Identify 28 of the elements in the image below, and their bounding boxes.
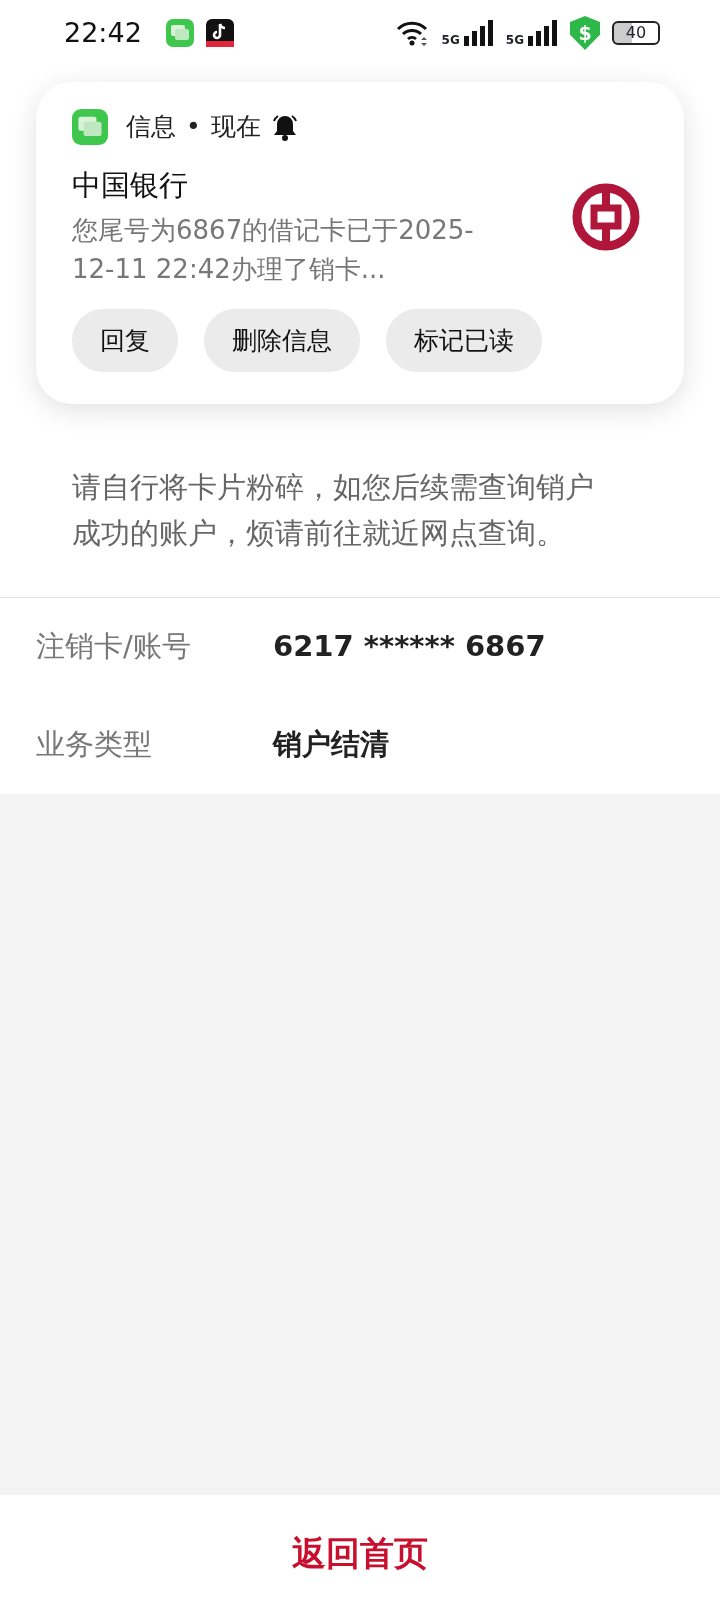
network-type-label: 5G xyxy=(505,34,524,46)
bell-icon xyxy=(270,112,299,141)
notification-action-button[interactable]: 删除信息 xyxy=(204,309,360,372)
detail-label: 业务类型 xyxy=(36,726,153,764)
detail-label: 注销卡/账号 xyxy=(36,628,192,666)
wifi-icon xyxy=(395,20,430,46)
notification-action-button[interactable]: 标记已读 xyxy=(386,309,542,372)
bank-logo-icon xyxy=(572,183,640,252)
separator-dot: • xyxy=(186,111,201,143)
result-message: 请自行将卡片粉碎，如您后续需查询销户成功的账户，烦请前往就近网点查询。 xyxy=(72,469,595,553)
notification-time: 现在 xyxy=(210,111,261,143)
app-name: 信息 xyxy=(126,111,176,143)
signal-bars-icon xyxy=(463,20,494,46)
notification-card[interactable]: 信息 • 现在 中国银行 您尾号为6867的借记卡已于2025-12-11 22:42办理了销卡... 回复 删除信息 标记已读 xyxy=(36,82,684,404)
messages-app-icon xyxy=(165,19,194,47)
status-time: 22:42 xyxy=(64,15,142,50)
network-type-label: 5G xyxy=(441,34,460,46)
notification-action-button[interactable]: 回复 xyxy=(72,309,178,372)
messages-app-icon xyxy=(72,108,108,145)
battery-indicator: 40 xyxy=(612,21,660,45)
signal-bars-icon xyxy=(528,20,558,46)
music-note-app-icon xyxy=(205,19,234,47)
sender-name: 中国银行 xyxy=(72,166,189,204)
security-shield-icon: $ xyxy=(570,16,600,50)
detail-value: 6217 ****** 6867 xyxy=(273,628,546,666)
notification-body: 您尾号为6867的借记卡已于2025-12-11 22:42办理了销卡... xyxy=(72,214,475,286)
back-home-button[interactable]: 返回首页 xyxy=(286,1527,434,1580)
detail-value: 销户结清 xyxy=(273,726,389,764)
